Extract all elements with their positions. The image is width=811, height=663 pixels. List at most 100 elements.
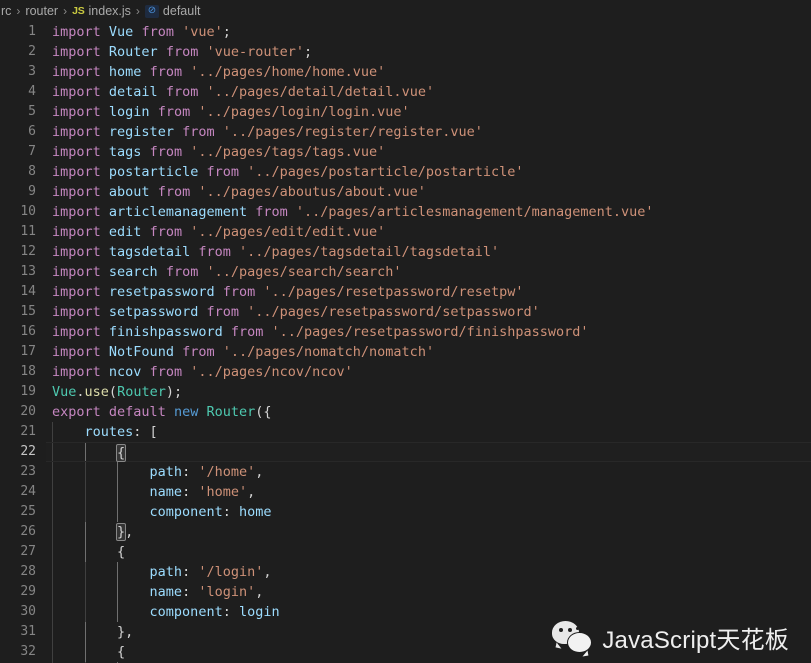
- code-line-content[interactable]: path: '/home',: [46, 462, 811, 482]
- code-line-content[interactable]: import login from '../pages/login/login.…: [46, 102, 811, 122]
- code-line[interactable]: 22 {: [0, 442, 811, 462]
- code-line[interactable]: 19 Vue.use(Router);: [0, 382, 811, 402]
- bracket-match-highlight: }: [116, 523, 127, 541]
- code-line[interactable]: 23 path: '/home',: [0, 462, 811, 482]
- code-line-content[interactable]: import about from '../pages/aboutus/abou…: [46, 182, 811, 202]
- code-line[interactable]: 20 export default new Router({: [0, 402, 811, 422]
- code-line-content[interactable]: {: [46, 542, 811, 562]
- code-line[interactable]: 10 import articlemanagement from '../page…: [0, 202, 811, 222]
- code-line-content[interactable]: import Vue from 'vue';: [46, 22, 811, 42]
- code-line-content[interactable]: import finishpassword from '../pages/res…: [46, 322, 811, 342]
- code-tokens: import postarticle from '../pages/postar…: [52, 162, 523, 182]
- code-line[interactable]: 21 routes: [: [0, 422, 811, 442]
- code-line-content[interactable]: {: [46, 442, 811, 462]
- code-line-content[interactable]: routes: [: [46, 422, 811, 442]
- code-line-content[interactable]: import register from '../pages/register/…: [46, 122, 811, 142]
- code-line-content[interactable]: import tagsdetail from '../pages/tagsdet…: [46, 242, 811, 262]
- token-p: [101, 144, 109, 160]
- token-p: :: [182, 564, 199, 580]
- token-s: '../pages/tags/tags.vue': [190, 144, 386, 160]
- code-line-content[interactable]: export default new Router({: [46, 402, 811, 422]
- token-p: (: [108, 384, 118, 400]
- breadcrumb-item-rc[interactable]: rc: [0, 4, 12, 18]
- token-k: import: [52, 244, 101, 260]
- code-line[interactable]: 9 import about from '../pages/aboutus/abo…: [0, 182, 811, 202]
- code-line-content[interactable]: import ncov from '../pages/ncov/ncov': [46, 362, 811, 382]
- code-line-content[interactable]: import detail from '../pages/detail/deta…: [46, 82, 811, 102]
- code-line[interactable]: 25 component: home: [0, 502, 811, 522]
- code-tokens: import articlemanagement from '../pages/…: [52, 202, 654, 222]
- code-tokens: import about from '../pages/aboutus/abou…: [52, 182, 426, 202]
- token-k: from: [149, 224, 183, 240]
- token-p: [101, 104, 109, 120]
- breadcrumb-item-index-js[interactable]: JS index.js: [71, 4, 132, 18]
- code-line[interactable]: 2 import Router from 'vue-router';: [0, 42, 811, 62]
- code-line[interactable]: 29 name: 'login',: [0, 582, 811, 602]
- code-line-content[interactable]: import search from '../pages/search/sear…: [46, 262, 811, 282]
- token-p: [223, 324, 231, 340]
- token-k: from: [141, 24, 174, 40]
- breadcrumb-item-default[interactable]: ⊘ default: [144, 4, 202, 18]
- code-line[interactable]: 15 import setpassword from '../pages/rese…: [0, 302, 811, 322]
- token-p: {: [117, 544, 126, 560]
- code-line[interactable]: 8 import postarticle from '../pages/posta…: [0, 162, 811, 182]
- token-v: tagsdetail: [108, 244, 191, 260]
- token-v: register: [108, 124, 174, 140]
- code-line-content[interactable]: import NotFound from '../pages/nomatch/n…: [46, 342, 811, 362]
- token-s: '/login': [198, 564, 264, 580]
- code-line-content[interactable]: },: [46, 522, 811, 542]
- code-line-content[interactable]: Vue.use(Router);: [46, 382, 811, 402]
- code-line[interactable]: 4 import detail from '../pages/detail/det…: [0, 82, 811, 102]
- code-line-content[interactable]: component: login: [46, 602, 811, 622]
- token-p: :: [222, 504, 239, 520]
- code-tokens: {: [52, 642, 125, 662]
- code-line-content[interactable]: import postarticle from '../pages/postar…: [46, 162, 811, 182]
- token-p: [101, 204, 109, 220]
- code-line-content[interactable]: component: home: [46, 502, 811, 522]
- code-line[interactable]: 12 import tagsdetail from '../pages/tagsd…: [0, 242, 811, 262]
- code-line[interactable]: 26 },: [0, 522, 811, 542]
- token-s: 'login': [198, 584, 256, 600]
- line-number: 32: [20, 644, 36, 659]
- code-line[interactable]: 17 import NotFound from '../pages/nomatch…: [0, 342, 811, 362]
- code-tokens: import tagsdetail from '../pages/tagsdet…: [52, 242, 499, 262]
- code-line[interactable]: 30 component: login: [0, 602, 811, 622]
- code-editor[interactable]: 1 import Vue from 'vue'; 2 import Router fr…: [0, 22, 811, 663]
- token-k: default: [108, 404, 166, 420]
- code-line[interactable]: 27 {: [0, 542, 811, 562]
- code-line-content[interactable]: import Router from 'vue-router';: [46, 42, 811, 62]
- code-line-content[interactable]: import articlemanagement from '../pages/…: [46, 202, 811, 222]
- code-line[interactable]: 24 name: 'home',: [0, 482, 811, 502]
- code-line[interactable]: 5 import login from '../pages/login/login…: [0, 102, 811, 122]
- code-line[interactable]: 1 import Vue from 'vue';: [0, 22, 811, 42]
- code-lines-container[interactable]: 1 import Vue from 'vue'; 2 import Router fr…: [0, 22, 811, 663]
- token-p: ,: [263, 564, 272, 580]
- code-line-content[interactable]: import resetpassword from '../pages/rese…: [46, 282, 811, 302]
- code-line[interactable]: 7 import tags from '../pages/tags/tags.vu…: [0, 142, 811, 162]
- code-line[interactable]: 28 path: '/login',: [0, 562, 811, 582]
- code-line-content[interactable]: import home from '../pages/home/home.vue…: [46, 62, 811, 82]
- breadcrumb-item-router[interactable]: router: [24, 4, 59, 18]
- code-line-content[interactable]: import setpassword from '../pages/resetp…: [46, 302, 811, 322]
- code-line[interactable]: 18 import ncov from '../pages/ncov/ncov': [0, 362, 811, 382]
- token-p: [182, 224, 190, 240]
- code-line[interactable]: 13 import search from '../pages/search/se…: [0, 262, 811, 282]
- code-line-content[interactable]: import edit from '../pages/edit/edit.vue…: [46, 222, 811, 242]
- code-line-content[interactable]: name: 'login',: [46, 582, 811, 602]
- code-line[interactable]: 16 import finishpassword from '../pages/r…: [0, 322, 811, 342]
- code-line-content[interactable]: path: '/login',: [46, 562, 811, 582]
- token-p: :: [182, 484, 199, 500]
- token-v: component: [149, 604, 223, 620]
- token-p: [288, 204, 296, 220]
- code-line[interactable]: 11 import edit from '../pages/edit/edit.v…: [0, 222, 811, 242]
- line-number: 23: [20, 464, 36, 479]
- code-line[interactable]: 3 import home from '../pages/home/home.vu…: [0, 62, 811, 82]
- code-tokens: routes: [: [52, 422, 158, 442]
- token-p: [239, 304, 247, 320]
- code-line[interactable]: 14 import resetpassword from '../pages/re…: [0, 282, 811, 302]
- code-line-content[interactable]: name: 'home',: [46, 482, 811, 502]
- code-line[interactable]: 6 import register from '../pages/register…: [0, 122, 811, 142]
- token-s: '../pages/resetpassword/finishpassword': [271, 324, 589, 340]
- code-tokens: Vue.use(Router);: [52, 382, 182, 402]
- code-line-content[interactable]: import tags from '../pages/tags/tags.vue…: [46, 142, 811, 162]
